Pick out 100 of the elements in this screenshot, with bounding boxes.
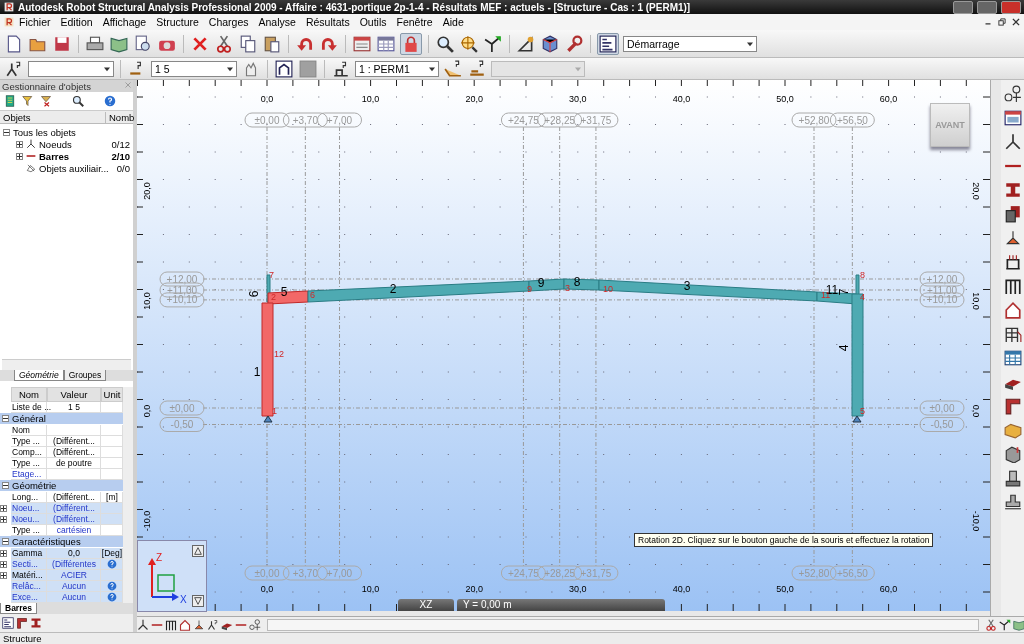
tree-item[interactable]: Objets auxiliair... <box>39 162 109 174</box>
book-icon[interactable] <box>1013 618 1024 631</box>
tree-item[interactable]: Tous les objets <box>13 126 76 138</box>
bar-combo[interactable]: 1 5 <box>151 60 237 77</box>
display-icon[interactable] <box>1003 108 1023 128</box>
section-header[interactable]: Géométrie <box>0 480 123 492</box>
collapse-toggle[interactable] <box>2 538 9 545</box>
close-button[interactable] <box>1001 0 1021 14</box>
cube-icon[interactable] <box>540 33 560 54</box>
house-icon[interactable] <box>179 618 191 631</box>
minimize-button[interactable] <box>953 0 973 14</box>
menu-item[interactable]: Affichage <box>97 16 152 28</box>
property-value[interactable]: (Différent... <box>47 514 101 525</box>
layout-dropdown[interactable]: Démarrage <box>623 35 757 52</box>
cut-icon[interactable] <box>214 33 234 54</box>
case-combo[interactable]: 1 : PERM1 <box>355 60 439 77</box>
column-base-icon[interactable] <box>1003 468 1023 488</box>
restore-icon[interactable] <box>997 17 1007 27</box>
horizontal-scrollbar[interactable] <box>2 359 131 370</box>
node-combo[interactable] <box>28 60 114 77</box>
horizontal-scrollbar[interactable] <box>267 618 979 631</box>
section-header[interactable]: Général <box>0 413 123 425</box>
help-icon[interactable] <box>107 581 117 591</box>
tree-item[interactable]: Noeuds <box>39 138 72 150</box>
column-header[interactable]: Nom <box>11 387 47 402</box>
help-icon[interactable] <box>104 95 116 107</box>
property-value[interactable]: (Différent... <box>47 447 101 458</box>
cut-icon[interactable] <box>985 618 997 631</box>
branch-arrow-icon[interactable] <box>483 33 503 54</box>
clear-selection-icon[interactable] <box>40 95 52 107</box>
menu-item[interactable]: Fichier <box>14 16 56 28</box>
collapse-toggle[interactable] <box>2 415 9 422</box>
coordinate-field[interactable]: Y = 0,00 m <box>457 599 665 611</box>
box-icon[interactable] <box>1003 444 1023 464</box>
branch-arrow-icon[interactable] <box>999 618 1011 631</box>
property-value[interactable]: 0,0 <box>47 548 101 559</box>
filter-icon[interactable] <box>22 95 34 107</box>
menu-item[interactable]: Aide <box>437 16 469 28</box>
node-icon[interactable] <box>137 618 149 631</box>
node-icon[interactable] <box>1003 132 1023 152</box>
expand-toggle[interactable] <box>16 152 23 160</box>
plane-tab[interactable]: XZ <box>398 599 454 611</box>
frame-icon[interactable] <box>165 618 177 631</box>
bracket-icon[interactable] <box>1003 396 1023 416</box>
menu-item[interactable]: Analyse <box>253 16 301 28</box>
expand-toggle[interactable] <box>0 572 7 579</box>
collapse-toggle[interactable] <box>3 128 10 136</box>
value-cell[interactable] <box>47 425 101 436</box>
menu-item[interactable]: Edition <box>55 16 98 28</box>
menu-item[interactable]: Outils <box>354 16 392 28</box>
triangle-down-icon[interactable] <box>192 595 204 607</box>
expand-toggle[interactable] <box>16 140 23 148</box>
preview-icon[interactable] <box>133 33 153 54</box>
help-icon[interactable] <box>107 559 117 569</box>
zoom-icon[interactable] <box>72 95 84 107</box>
column-header[interactable]: Nomb <box>105 111 133 123</box>
house-icon[interactable] <box>1003 300 1023 320</box>
grid-table-icon[interactable] <box>1003 348 1023 368</box>
selection-icon[interactable] <box>4 95 16 107</box>
property-value[interactable]: de poutre <box>47 458 101 469</box>
triangle-up-icon[interactable] <box>192 545 204 557</box>
bracket-icon[interactable] <box>16 617 28 629</box>
numbering-icon[interactable] <box>1003 84 1023 104</box>
sections-icon[interactable] <box>1003 204 1023 224</box>
combination-query-icon[interactable] <box>467 58 487 79</box>
panel-tab[interactable]: Géométrie <box>14 370 64 381</box>
support-icon[interactable] <box>193 618 205 631</box>
column-header[interactable]: Valeur <box>47 387 101 402</box>
menu-item[interactable]: Structure <box>151 16 204 28</box>
copy-icon[interactable] <box>238 33 258 54</box>
collapse-toggle[interactable] <box>2 482 9 489</box>
layout-icon[interactable] <box>597 32 619 55</box>
target-icon[interactable] <box>459 33 479 54</box>
close-icon[interactable] <box>1011 17 1021 27</box>
i-beam-icon[interactable] <box>1003 180 1023 200</box>
menu-item[interactable]: Fenêtre <box>391 16 438 28</box>
load-query-icon[interactable] <box>443 58 463 79</box>
member-load-icon[interactable] <box>1003 252 1023 272</box>
column-header[interactable]: Unit <box>101 387 123 402</box>
i-beam-icon[interactable] <box>30 617 42 629</box>
panel-tab[interactable]: Groupes <box>63 370 107 381</box>
layout-icon[interactable] <box>2 617 14 629</box>
app-menu-icon[interactable] <box>4 17 14 27</box>
expand-toggle[interactable] <box>0 516 7 523</box>
menu-item[interactable]: Résultats <box>300 16 355 28</box>
tree-item[interactable]: Barres <box>39 150 70 162</box>
restore-button[interactable] <box>977 0 997 14</box>
property-value[interactable]: (Différent... <box>47 436 101 447</box>
expand-toggle[interactable] <box>0 505 7 512</box>
expand-toggle[interactable] <box>0 550 7 557</box>
expand-toggle[interactable] <box>0 561 7 568</box>
node-query-icon[interactable] <box>207 618 219 631</box>
zoom-icon[interactable] <box>435 33 455 54</box>
help-icon[interactable] <box>107 592 117 602</box>
lock-icon[interactable] <box>400 32 422 55</box>
frame-view-icon[interactable] <box>274 58 294 79</box>
section-header[interactable]: Caractéristiques <box>0 536 123 548</box>
menu-item[interactable]: Charges <box>203 16 254 28</box>
wrench-icon[interactable] <box>564 33 584 54</box>
footing-icon[interactable] <box>1003 492 1023 512</box>
